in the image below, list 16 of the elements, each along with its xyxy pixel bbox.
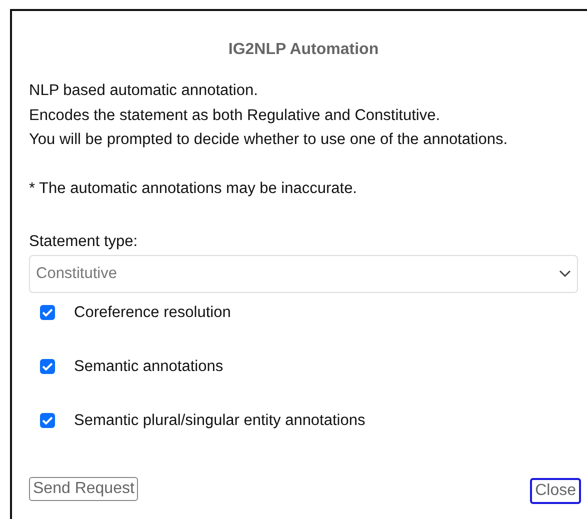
checkbox-label: Coreference resolution (74, 304, 231, 322)
description-text: You will be prompted to decide whether to use one of the annotations. (29, 130, 509, 150)
field-label: Statement type: (29, 232, 139, 252)
description-text: Encodes the statement as both Regulative and Constitutive. (29, 106, 441, 126)
checkbox[interactable] (40, 305, 55, 320)
checkbox[interactable] (40, 359, 55, 374)
close-button[interactable]: Close (530, 478, 581, 504)
dialog-title: IG2NLP Automation (227, 41, 380, 60)
checkbox-label: Semantic plural/singular entity annotations (74, 412, 366, 430)
note-text: * The automatic annotations may be inaccurate. (29, 179, 358, 199)
description-text: NLP based automatic annotation. (29, 81, 259, 101)
statement-type-select[interactable]: Constitutive (29, 254, 578, 292)
checkbox-label: Semantic annotations (74, 358, 224, 376)
chevron-down-icon (559, 270, 571, 278)
send-request-button[interactable]: Send Request (29, 476, 138, 500)
checkbox[interactable] (40, 413, 55, 428)
